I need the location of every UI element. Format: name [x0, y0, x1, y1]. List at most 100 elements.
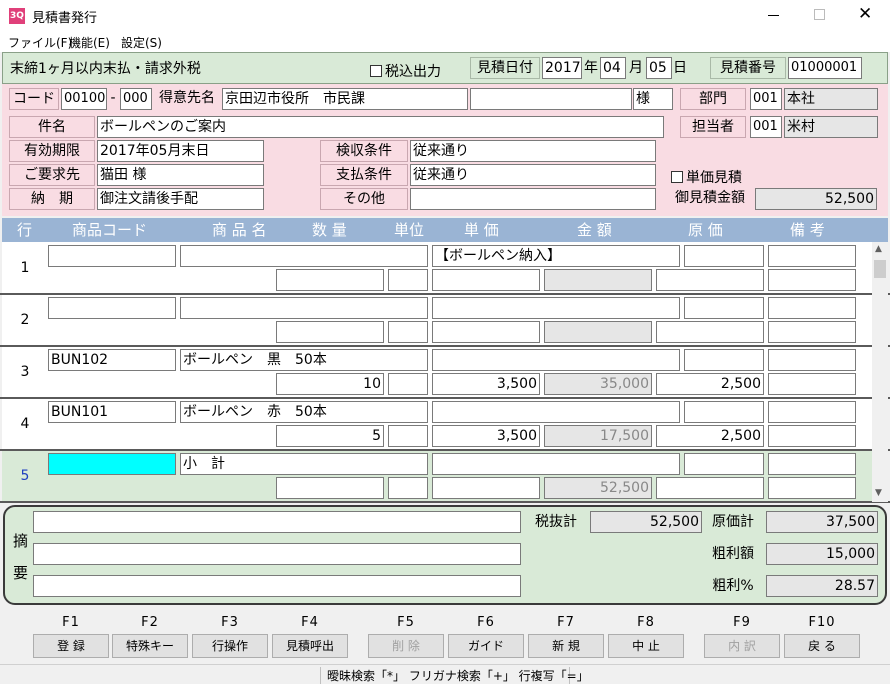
subject-field[interactable]: ボールペンのご案内 — [97, 116, 664, 138]
validity-field[interactable]: 2017年05月末日 — [97, 140, 264, 162]
grid-scrollbar[interactable]: ▲ ▼ — [872, 242, 888, 502]
special-key-button[interactable]: 特殊キー — [112, 634, 188, 658]
tax-inclusive-checkbox[interactable]: 税込出力 — [370, 61, 441, 81]
staff-code-field[interactable]: 001 — [750, 116, 782, 138]
unit-field[interactable] — [388, 425, 428, 447]
item-code-field[interactable] — [48, 245, 176, 267]
cost-total-label: 原価計 — [712, 514, 754, 530]
menu-function[interactable]: 機能(E) — [69, 34, 110, 51]
scroll-thumb[interactable] — [874, 260, 886, 278]
cost-top-field[interactable] — [684, 245, 764, 267]
note-top-field[interactable] — [768, 453, 856, 475]
item-name-field[interactable] — [180, 297, 428, 319]
item-code-field[interactable]: BUN102 — [48, 349, 176, 371]
cost-field[interactable] — [656, 477, 764, 499]
cost-top-field[interactable] — [684, 349, 764, 371]
note-field[interactable] — [768, 477, 856, 499]
unit-price-field[interactable] — [432, 321, 540, 343]
note-top-field[interactable] — [768, 349, 856, 371]
cost-field[interactable] — [656, 269, 764, 291]
unit-field[interactable] — [388, 477, 428, 499]
quantity-field[interactable]: 10 — [276, 373, 384, 395]
customer-code-field[interactable]: 00100 — [61, 88, 107, 110]
inspection-label: 検収条件 — [320, 140, 408, 162]
note-top-field[interactable] — [768, 297, 856, 319]
cost-top-field[interactable] — [684, 297, 764, 319]
honorific-field[interactable]: 様 — [633, 88, 673, 110]
note-field[interactable] — [768, 425, 856, 447]
unit-price-field[interactable]: 3,500 — [432, 373, 540, 395]
guide-button[interactable]: ガイド — [448, 634, 524, 658]
back-button[interactable]: 戻 る — [784, 634, 860, 658]
unit-price-field[interactable] — [432, 477, 540, 499]
load-estimate-button[interactable]: 見積呼出 — [272, 634, 348, 658]
item-desc-field[interactable] — [432, 401, 680, 423]
note-field[interactable] — [768, 269, 856, 291]
month-field[interactable]: 04 — [600, 57, 626, 79]
delivery-field[interactable]: 御注文請後手配 — [97, 188, 264, 210]
item-name-field[interactable] — [180, 245, 428, 267]
item-desc-field[interactable] — [432, 453, 680, 475]
cost-field[interactable] — [656, 321, 764, 343]
unit-field[interactable] — [388, 269, 428, 291]
item-desc-field[interactable] — [432, 297, 680, 319]
item-name-field[interactable]: ボールペン 赤 50本 — [180, 401, 428, 423]
new-button[interactable]: 新 規 — [528, 634, 604, 658]
requester-field[interactable]: 猫田 様 — [97, 164, 264, 186]
cost-total-field: 37,500 — [766, 511, 878, 533]
item-code-field[interactable]: BUN101 — [48, 401, 176, 423]
day-field[interactable]: 05 — [646, 57, 672, 79]
item-name-field[interactable]: ボールペン 黒 50本 — [180, 349, 428, 371]
cost-field[interactable]: 2,500 — [656, 425, 764, 447]
cancel-button[interactable]: 中 止 — [608, 634, 684, 658]
scroll-up-icon[interactable]: ▲ — [875, 244, 882, 254]
customer-name-field[interactable]: 京田辺市役所 市民課 — [222, 88, 468, 110]
scroll-down-icon[interactable]: ▼ — [875, 488, 882, 498]
cost-top-field[interactable] — [684, 401, 764, 423]
cost-field[interactable]: 2,500 — [656, 373, 764, 395]
code-label: コード — [9, 88, 59, 110]
note-top-field[interactable] — [768, 245, 856, 267]
payment-field[interactable]: 従来通り — [410, 164, 656, 186]
menu-settings[interactable]: 設定(S) — [121, 34, 162, 51]
customer-name2-field[interactable] — [470, 88, 632, 110]
margin-label: 粗利% — [712, 578, 754, 594]
item-code-field[interactable] — [48, 297, 176, 319]
item-desc-field[interactable]: 【ボールペン納入】 — [432, 245, 680, 267]
month-unit: 月 — [629, 60, 643, 76]
department-code-field[interactable]: 001 — [750, 88, 782, 110]
note-top-field[interactable] — [768, 401, 856, 423]
maximize-icon[interactable] — [814, 9, 825, 20]
unit-price-field[interactable]: 3,500 — [432, 425, 540, 447]
staff-label: 担当者 — [680, 116, 746, 138]
quantity-field[interactable]: 5 — [276, 425, 384, 447]
delete-button[interactable]: 削 除 — [368, 634, 444, 658]
quantity-field[interactable] — [276, 321, 384, 343]
item-code-field-selected[interactable] — [48, 453, 176, 475]
item-desc-field[interactable] — [432, 349, 680, 371]
unit-field[interactable] — [388, 373, 428, 395]
cost-top-field[interactable] — [684, 453, 764, 475]
row-operation-button[interactable]: 行操作 — [192, 634, 268, 658]
item-name-field[interactable]: 小 計 — [180, 453, 428, 475]
inspection-field[interactable]: 従来通り — [410, 140, 656, 162]
customer-subcode-field[interactable]: 000 — [120, 88, 152, 110]
note-field[interactable] — [768, 373, 856, 395]
quantity-field[interactable] — [276, 477, 384, 499]
unit-field[interactable] — [388, 321, 428, 343]
menu-file[interactable]: ファイル(F) — [8, 34, 72, 51]
memo-field-3[interactable] — [33, 575, 521, 597]
note-field[interactable] — [768, 321, 856, 343]
year-field[interactable]: 2017 — [542, 57, 582, 79]
breakdown-button[interactable]: 内 訳 — [704, 634, 780, 658]
close-icon[interactable]: ✕ — [858, 4, 872, 24]
memo-field-1[interactable] — [33, 511, 521, 533]
minimize-icon[interactable] — [768, 15, 779, 16]
unit-price-checkbox[interactable]: 単価見積 — [671, 167, 742, 187]
memo-field-2[interactable] — [33, 543, 521, 565]
quantity-field[interactable] — [276, 269, 384, 291]
other-field[interactable] — [410, 188, 656, 210]
register-button[interactable]: 登 録 — [33, 634, 109, 658]
unit-price-field[interactable] — [432, 269, 540, 291]
estimate-number-field[interactable]: 01000001 — [788, 57, 862, 79]
